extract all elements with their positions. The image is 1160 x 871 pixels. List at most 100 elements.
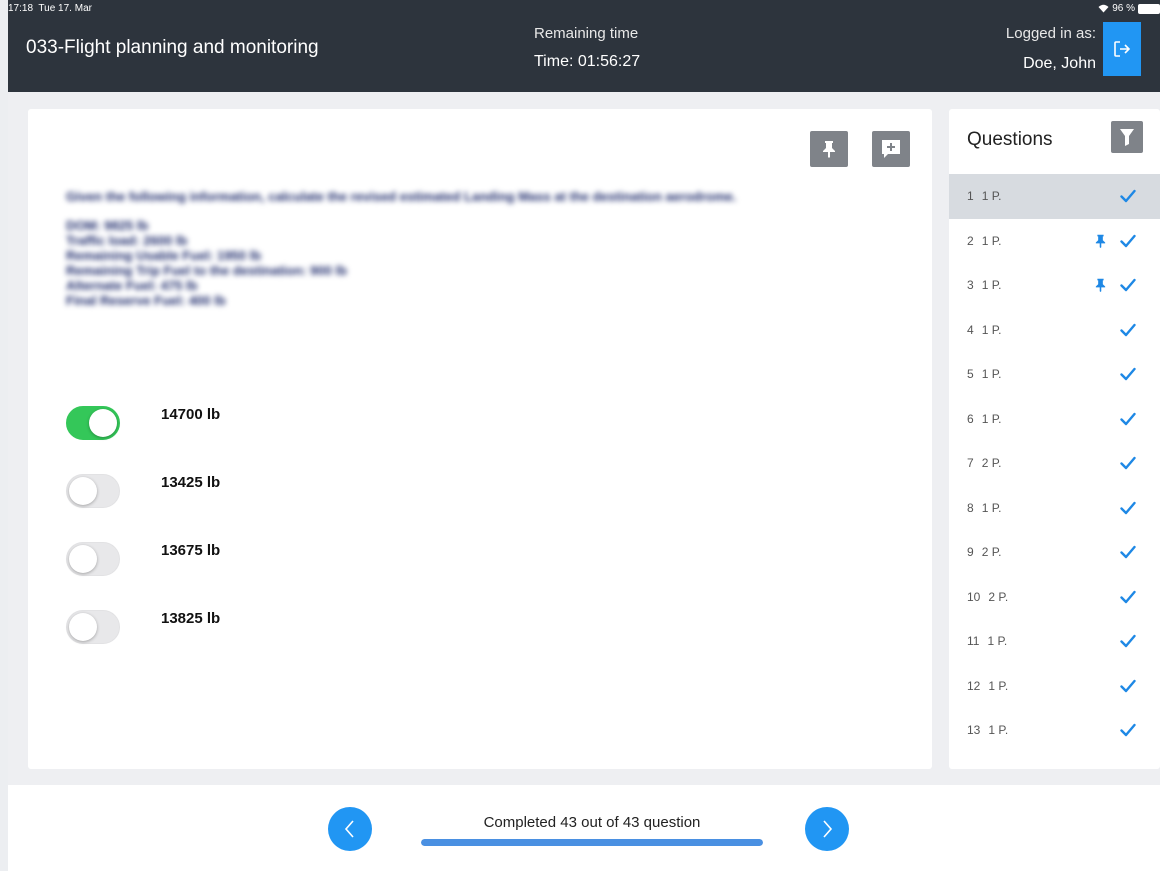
chevron-left-icon	[344, 820, 354, 838]
question-data-line: Remaining Trip Fuel to the destination: …	[66, 263, 347, 278]
sidebar-title: Questions	[967, 129, 1053, 150]
question-number: 13	[967, 723, 981, 738]
answer-toggle[interactable]	[66, 542, 120, 576]
answer-option[interactable]: 13675 lb	[66, 542, 220, 576]
questions-sidebar: Questions 1 1 P. 2 1 P. 3 1 P. 4 1 P. 5 1 P. 6 1 P.…	[949, 109, 1160, 769]
battery-percent: 96 %	[1112, 3, 1135, 14]
question-list-item[interactable]: 9 2 P.	[949, 530, 1160, 575]
question-list-item[interactable]: 5 1 P.	[949, 352, 1160, 397]
question-number: 10	[967, 589, 981, 604]
filter-icon	[1120, 129, 1134, 146]
question-card: Given the following information, calcula…	[28, 109, 932, 769]
app-title: 033-Flight planning and monitoring	[26, 37, 319, 58]
answer-option[interactable]: 14700 lb	[66, 406, 220, 440]
question-number: 9	[967, 545, 974, 560]
remaining-time-value: Time: 01:56:27	[534, 53, 641, 70]
answer-label: 13825 lb	[161, 609, 221, 627]
question-points: 1 P.	[981, 233, 1002, 248]
question-data-line: Remaining Usable Fuel: 1950 lb	[66, 248, 262, 263]
filter-button[interactable]	[1111, 121, 1143, 153]
pin-icon	[1095, 278, 1106, 292]
question-list-item[interactable]: 12 1 P.	[949, 664, 1160, 709]
wifi-icon	[1098, 4, 1109, 13]
answer-option[interactable]: 13825 lb	[66, 610, 220, 644]
pin-question-button[interactable]	[810, 131, 848, 167]
question-list-item[interactable]: 13 1 P.	[949, 708, 1160, 753]
exam-screen: 17:18 Tue 17. Mar 96 % 033-Flight planni…	[8, 0, 1160, 871]
answer-toggle[interactable]	[66, 406, 120, 440]
check-icon	[1120, 634, 1136, 648]
check-icon	[1120, 590, 1136, 603]
answer-option[interactable]: 13425 lb	[66, 474, 220, 508]
question-data-line: Traffic load: 2600 lb	[66, 233, 188, 248]
question-points: 1 P.	[981, 367, 1002, 382]
logged-in-label: Logged in as:	[1005, 25, 1096, 42]
question-data-line: Alternate Fuel: 475 lb	[66, 278, 198, 293]
header-bar: 17:18 Tue 17. Mar 96 % 033-Flight planni…	[8, 0, 1160, 92]
question-points: 1 P.	[988, 678, 1009, 693]
answer-label: 13675 lb	[161, 541, 221, 559]
footer-bar: Completed 43 out of 43 question	[8, 785, 1160, 871]
question-number: 3	[967, 278, 974, 293]
question-list-item[interactable]: 11 1 P.	[949, 619, 1160, 664]
next-question-button[interactable]	[805, 807, 849, 851]
question-number: 4	[967, 322, 974, 337]
answer-toggle[interactable]	[66, 610, 120, 644]
question-points: 2 P.	[981, 456, 1002, 471]
question-points: 2 P.	[981, 545, 1002, 560]
check-icon	[1120, 323, 1136, 336]
chevron-right-icon	[823, 820, 833, 838]
question-number: 1	[967, 189, 974, 204]
question-list-item[interactable]: 2 1 P.	[949, 219, 1160, 264]
question-data-line: DOM: 9825 lb	[66, 218, 149, 233]
status-right: 96 %	[1098, 3, 1160, 14]
pin-icon	[1095, 234, 1106, 248]
question-list-item[interactable]: 8 1 P.	[949, 486, 1160, 531]
check-icon	[1120, 456, 1136, 470]
check-icon	[1120, 412, 1136, 425]
question-list-item[interactable]: 4 1 P.	[949, 308, 1160, 353]
check-icon	[1120, 723, 1136, 737]
progress-fill	[421, 839, 763, 846]
question-number: 11	[967, 634, 980, 649]
question-list-item[interactable]: 7 2 P.	[949, 441, 1160, 486]
question-list-item[interactable]: 3 1 P.	[949, 263, 1160, 308]
question-number: 8	[967, 500, 974, 515]
check-icon	[1120, 278, 1136, 292]
check-icon	[1120, 545, 1136, 559]
question-list-item[interactable]: 6 1 P.	[949, 397, 1160, 442]
check-icon	[1120, 367, 1136, 381]
question-points: 1 P.	[981, 189, 1002, 204]
status-time-date: 17:18 Tue 17. Mar	[8, 3, 92, 14]
question-points: 1 P.	[981, 322, 1002, 337]
progress-bar	[421, 839, 763, 846]
answer-label: 14700 lb	[161, 405, 221, 423]
logout-button[interactable]	[1103, 22, 1141, 76]
status-time: 17:18	[8, 3, 34, 14]
logged-in-user: Doe, John	[1023, 55, 1096, 72]
question-data-line: Final Reserve Fuel: 400 lb	[66, 293, 226, 308]
logout-icon	[1114, 41, 1131, 57]
answer-toggle[interactable]	[66, 474, 120, 508]
check-icon	[1120, 189, 1136, 203]
question-number: 2	[967, 233, 974, 248]
previous-question-button[interactable]	[328, 807, 372, 851]
question-list-item[interactable]: 10 2 P.	[949, 575, 1160, 620]
progress-text: Completed 43 out of 43 question	[483, 814, 701, 831]
question-points: 1 P.	[981, 278, 1002, 293]
question-points: 1 P.	[981, 500, 1002, 515]
question-points: 1 P.	[988, 723, 1009, 738]
check-icon	[1120, 679, 1136, 692]
question-points: 1 P.	[981, 411, 1002, 426]
remaining-time-label: Remaining time	[534, 25, 639, 42]
question-text: Given the following information, calcula…	[66, 189, 766, 308]
add-note-button[interactable]	[872, 131, 910, 167]
add-note-icon	[882, 140, 900, 158]
question-number: 5	[967, 367, 974, 382]
battery-icon	[1138, 3, 1160, 14]
question-prompt: Given the following information, calcula…	[66, 189, 737, 204]
question-number: 12	[967, 678, 981, 693]
status-date: Tue 17. Mar	[38, 3, 92, 14]
question-list-item[interactable]: 1 1 P.	[949, 174, 1160, 219]
question-number: 7	[967, 456, 974, 471]
